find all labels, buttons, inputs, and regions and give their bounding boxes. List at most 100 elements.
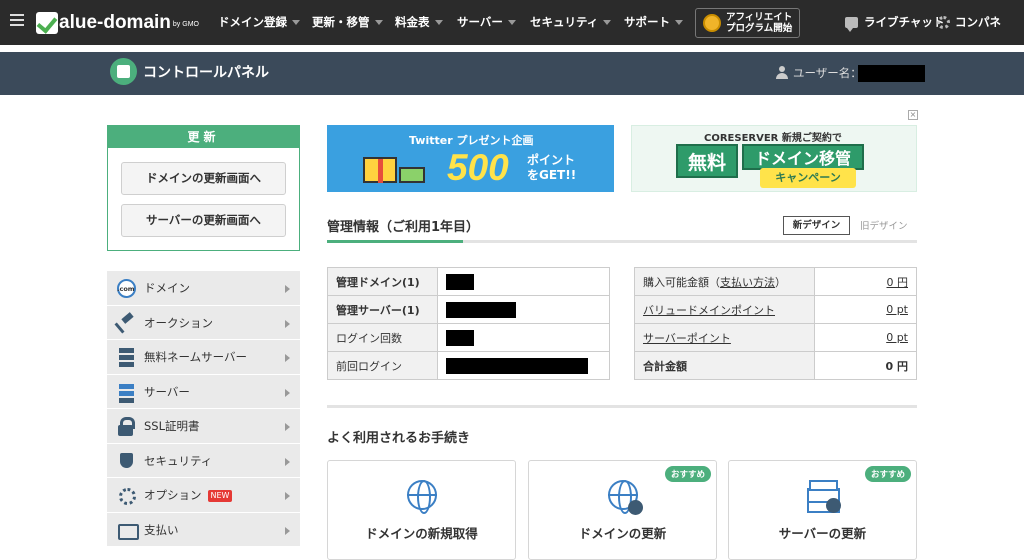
sidebar-item-payment[interactable]: 支払い xyxy=(107,512,300,547)
old-design-link[interactable]: 旧デザイン xyxy=(860,218,908,232)
management-info-title: 管理情報（ご利用1年目） xyxy=(327,220,480,235)
chevron-right-icon xyxy=(285,319,290,328)
table-row: 合計金額 0 円 xyxy=(634,351,917,380)
card-title: ドメインの新規取得 xyxy=(365,526,478,541)
server-icon xyxy=(117,383,136,402)
affiliate-line2: プログラム開始 xyxy=(726,23,793,34)
new-design-button[interactable]: 新デザイン xyxy=(783,216,850,235)
value-domain-point-link[interactable]: バリュードメインポイント xyxy=(643,304,775,317)
purchasable-amount-text[interactable]: 0 円 xyxy=(887,276,909,289)
live-chat-link[interactable]: ライブチャット xyxy=(845,0,944,45)
table-row: 管理ドメイン(1) xyxy=(327,267,610,296)
chevron-right-icon xyxy=(285,285,290,293)
chevron-down-icon xyxy=(434,20,443,25)
server-renew-card[interactable]: おすすめ サーバーの更新 xyxy=(728,460,917,560)
option-label: オプション xyxy=(144,488,202,502)
purchasable-amount-label: 購入可能金額（支払い方法） xyxy=(634,267,815,296)
server-point-text[interactable]: 0 pt xyxy=(886,331,908,344)
value-domain-point-value[interactable]: 0 pt xyxy=(814,295,917,324)
value-domain-point-text[interactable]: 0 pt xyxy=(886,303,908,316)
sidebar-item-ssl[interactable]: SSL証明書 xyxy=(107,409,300,444)
chevron-right-icon xyxy=(285,388,290,397)
gear-icon xyxy=(117,486,136,505)
twitter-banner-get: ポイント をGET!! xyxy=(527,153,576,183)
twitter-point-line2: をGET!! xyxy=(527,168,577,182)
twitter-campaign-banner[interactable]: Twitter プレゼント企画 500 ポイント をGET!! xyxy=(327,125,614,192)
server-point-label[interactable]: サーバーポイント xyxy=(634,323,815,352)
sidebar-item-nameserver[interactable]: 無料ネームサーバー xyxy=(107,340,300,375)
globe-refresh-icon xyxy=(608,480,643,515)
nav-domain-registration[interactable]: ドメイン登録 xyxy=(218,0,300,45)
nav-renew-transfer[interactable]: 更新・移管 xyxy=(312,0,383,45)
managed-domains-value xyxy=(437,267,610,296)
twitter-banner-points: 500 xyxy=(447,147,509,188)
sidebar-item-domain[interactable]: ドメイン xyxy=(107,271,300,306)
table-row: 購入可能金額（支払い方法） 0 円 xyxy=(634,267,917,296)
control-panel-header: コントロールパネル ユーザー名： xyxy=(0,52,1024,95)
nav-support[interactable]: サポート xyxy=(624,0,683,45)
live-chat-label: ライブチャット xyxy=(864,15,945,29)
coreserver-campaign-banner[interactable]: CORESERVER 新規ご契約で 無料 ドメイン移管 キャンペーン xyxy=(631,125,917,192)
login-count-value xyxy=(437,323,610,352)
sidebar-item-label: 無料ネームサーバー xyxy=(144,350,248,364)
last-login-value xyxy=(437,351,610,380)
affiliate-program-button[interactable]: アフィリエイト プログラム開始 xyxy=(695,8,800,38)
value-domain-point-label[interactable]: バリュードメインポイント xyxy=(634,295,815,324)
total-amount-label: 合計金額 xyxy=(634,351,815,380)
managed-domains-label: 管理ドメイン(1) xyxy=(327,267,438,296)
sidebar-item-security[interactable]: セキュリティ xyxy=(107,443,300,478)
shield-icon xyxy=(117,452,136,471)
affiliate-text: アフィリエイト プログラム開始 xyxy=(726,12,792,34)
domain-renew-button[interactable]: ドメインの更新画面へ xyxy=(121,162,286,195)
table-row: 管理サーバー(1) xyxy=(327,295,610,324)
user-icon xyxy=(776,66,788,79)
section-divider xyxy=(327,240,917,243)
redacted-value xyxy=(446,357,588,374)
nav-label: ドメイン登録 xyxy=(218,15,287,29)
chevron-down-icon xyxy=(603,20,612,25)
renew-panel: 更新 ドメインの更新画面へ サーバーの更新画面へ xyxy=(107,125,300,251)
sidebar-item-server[interactable]: サーバー xyxy=(107,374,300,409)
purchasable-amount-value[interactable]: 0 円 xyxy=(814,267,917,296)
chevron-down-icon xyxy=(675,20,683,25)
chevron-down-icon xyxy=(507,20,516,25)
value-domain-logo[interactable]: alue-domain by GMO xyxy=(36,10,199,34)
sidebar-item-label: オークション xyxy=(144,315,213,330)
nav-server[interactable]: サーバー xyxy=(457,0,516,45)
sidebar-item-option[interactable]: オプション NEW xyxy=(107,478,300,513)
credit-card-icon xyxy=(117,521,139,540)
server-renew-button[interactable]: サーバーの更新画面へ xyxy=(121,204,286,237)
username-redacted xyxy=(858,65,925,82)
coreserver-banner-domain: ドメイン移管 xyxy=(742,144,864,170)
gift-box-icon xyxy=(363,157,397,183)
control-panel-link[interactable]: コンパネ xyxy=(937,0,1001,45)
domain-renew-card[interactable]: おすすめ ドメインの更新 xyxy=(528,460,717,560)
refresh-icon xyxy=(826,498,841,513)
control-panel-label: コンパネ xyxy=(955,15,1001,29)
twitter-point-line1: ポイント xyxy=(527,153,576,167)
nav-label: 料金表 xyxy=(395,15,430,29)
nav-label: セキュリティ xyxy=(530,15,599,29)
page-title: コントロールパネル xyxy=(143,65,269,81)
frequent-procedures-title: よく利用されるお手続き xyxy=(327,431,471,446)
affiliate-line1: アフィリエイト xyxy=(726,12,793,23)
payment-method-link[interactable]: 支払い方法 xyxy=(720,276,775,289)
server-point-value[interactable]: 0 pt xyxy=(814,323,917,352)
new-domain-card[interactable]: ドメインの新規取得 xyxy=(327,460,516,560)
table-row: バリュードメインポイント 0 pt xyxy=(634,295,917,324)
redacted-value xyxy=(446,329,474,346)
twitter-banner-title: Twitter プレゼント企画 xyxy=(409,134,534,147)
recommended-badge: おすすめ xyxy=(664,466,711,482)
sidebar-item-auction[interactable]: オークション xyxy=(107,305,300,340)
renew-heading: 更新 xyxy=(108,126,299,148)
nav-security[interactable]: セキュリティ xyxy=(530,0,612,45)
server-refresh-icon xyxy=(808,480,841,513)
card-title: サーバーの更新 xyxy=(778,526,867,541)
hamburger-menu-icon[interactable] xyxy=(10,14,24,28)
nav-label: サポート xyxy=(624,15,670,29)
username-label: ユーザー名： xyxy=(793,66,862,80)
ad-close-icon[interactable]: × xyxy=(908,110,918,120)
nav-pricing[interactable]: 料金表 xyxy=(395,0,443,45)
nav-label: 更新・移管 xyxy=(312,15,370,29)
server-point-link[interactable]: サーバーポイント xyxy=(643,332,731,345)
